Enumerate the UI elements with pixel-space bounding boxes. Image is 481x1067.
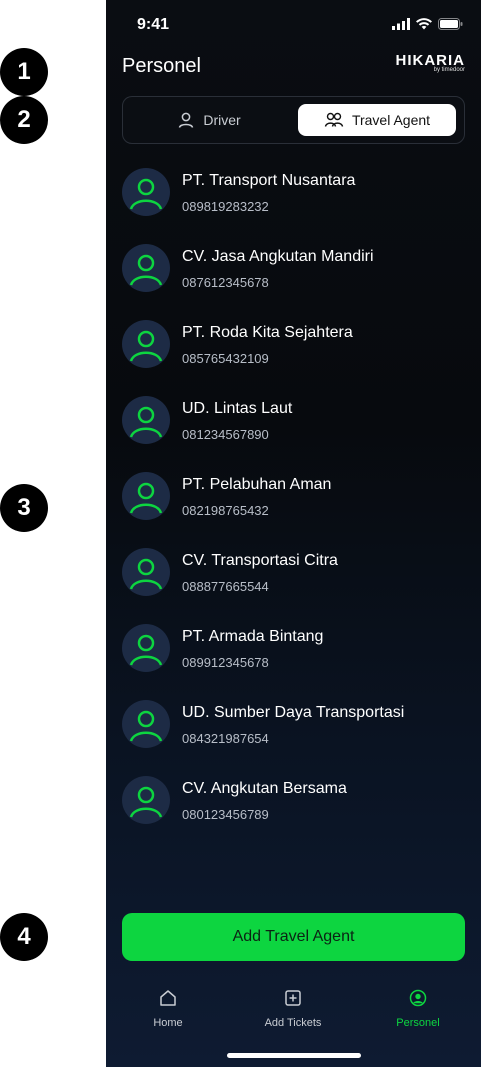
agent-name: PT. Transport Nusantara [182, 172, 356, 189]
agent-name: CV. Jasa Angkutan Mandiri [182, 248, 374, 265]
agent-phone: 085765432109 [182, 351, 269, 366]
agent-name: PT. Roda Kita Sejahtera [182, 324, 353, 341]
agent-name: CV. Angkutan Bersama [182, 780, 347, 797]
tab-driver-label: Driver [203, 112, 241, 128]
agent-phone: 084321987654 [182, 731, 269, 746]
avatar [122, 320, 170, 368]
nav-home-label: Home [153, 1017, 183, 1029]
callout-4: 4 [0, 913, 48, 961]
travel-agent-list: PT. Transport Nusantara 089819283232 CV. J… [122, 166, 465, 850]
bottom-nav: Home Add Tickets Personel [106, 985, 481, 1045]
list-item[interactable]: PT. Pelabuhan Aman 082198765432 [122, 470, 465, 546]
list-item[interactable]: CV. Transportasi Citra 088877665544 [122, 546, 465, 622]
list-item[interactable]: CV. Angkutan Bersama 080123456789 [122, 774, 465, 850]
status-icons [392, 18, 463, 30]
user-avatar-icon [129, 558, 163, 590]
agent-name: PT. Armada Bintang [182, 628, 324, 645]
user-avatar-icon [129, 330, 163, 362]
agent-phone: 080123456789 [182, 807, 269, 822]
tab-travel-agent-label: Travel Agent [351, 112, 431, 128]
avatar [122, 548, 170, 596]
page-title: Personel [122, 55, 201, 77]
status-bar: 9:41 [106, 16, 481, 36]
add-ticket-icon [285, 990, 301, 1006]
avatar [122, 244, 170, 292]
avatar [122, 396, 170, 444]
avatar [122, 776, 170, 824]
user-avatar-icon [129, 634, 163, 666]
list-item[interactable]: PT. Armada Bintang 089912345678 [122, 622, 465, 698]
person-outline-icon [179, 112, 194, 128]
user-avatar-icon [129, 406, 163, 438]
nav-home[interactable]: Home [123, 985, 213, 1029]
list-item[interactable]: UD. Sumber Daya Transportasi 084321987654 [122, 698, 465, 774]
callout-2: 2 [0, 96, 48, 144]
status-time: 9:41 [137, 16, 170, 33]
home-icon [160, 990, 176, 1006]
agent-phone: 082198765432 [182, 503, 269, 518]
list-item[interactable]: PT. Transport Nusantara 089819283232 [122, 166, 465, 242]
callout-1: 1 [0, 48, 48, 96]
list-item[interactable]: PT. Roda Kita Sejahtera 085765432109 [122, 318, 465, 394]
phone-screen: 9:41 Personel HIKARIA by timedoor Driver… [106, 0, 481, 1067]
wifi-icon [416, 18, 432, 30]
signal-icon [392, 18, 410, 30]
home-indicator [227, 1053, 361, 1058]
add-travel-agent-button[interactable]: Add Travel Agent [122, 913, 465, 961]
hikaria-logo: HIKARIA by timedoor [389, 52, 466, 78]
user-avatar-icon [129, 710, 163, 742]
agent-name: CV. Transportasi Citra [182, 552, 338, 569]
person-icon [409, 989, 427, 1007]
agent-phone: 088877665544 [182, 579, 269, 594]
nav-add-tickets[interactable]: Add Tickets [248, 985, 338, 1029]
user-avatar-icon [129, 254, 163, 286]
avatar [122, 168, 170, 216]
nav-personel-label: Personel [396, 1017, 440, 1029]
agent-phone: 081234567890 [182, 427, 269, 442]
agent-name: UD. Sumber Daya Transportasi [182, 704, 405, 721]
tab-travel-agent[interactable]: Travel Agent [298, 104, 456, 136]
battery-icon [438, 18, 463, 30]
user-avatar-icon [129, 178, 163, 210]
agent-name: PT. Pelabuhan Aman [182, 476, 332, 493]
avatar [122, 700, 170, 748]
agent-phone: 089912345678 [182, 655, 269, 670]
tab-driver[interactable]: Driver [129, 104, 289, 136]
group-icon [324, 112, 344, 127]
agent-name: UD. Lintas Laut [182, 400, 293, 417]
list-item[interactable]: UD. Lintas Laut 081234567890 [122, 394, 465, 470]
list-item[interactable]: CV. Jasa Angkutan Mandiri 087612345678 [122, 242, 465, 318]
nav-add-tickets-label: Add Tickets [264, 1017, 322, 1029]
avatar [122, 624, 170, 672]
user-avatar-icon [129, 482, 163, 514]
agent-phone: 087612345678 [182, 275, 269, 290]
personel-type-tabs: Driver Travel Agent [122, 96, 465, 144]
agent-phone: 089819283232 [182, 199, 269, 214]
user-avatar-icon [129, 786, 163, 818]
callout-3: 3 [0, 484, 48, 532]
nav-personel[interactable]: Personel [373, 985, 463, 1029]
avatar [122, 472, 170, 520]
